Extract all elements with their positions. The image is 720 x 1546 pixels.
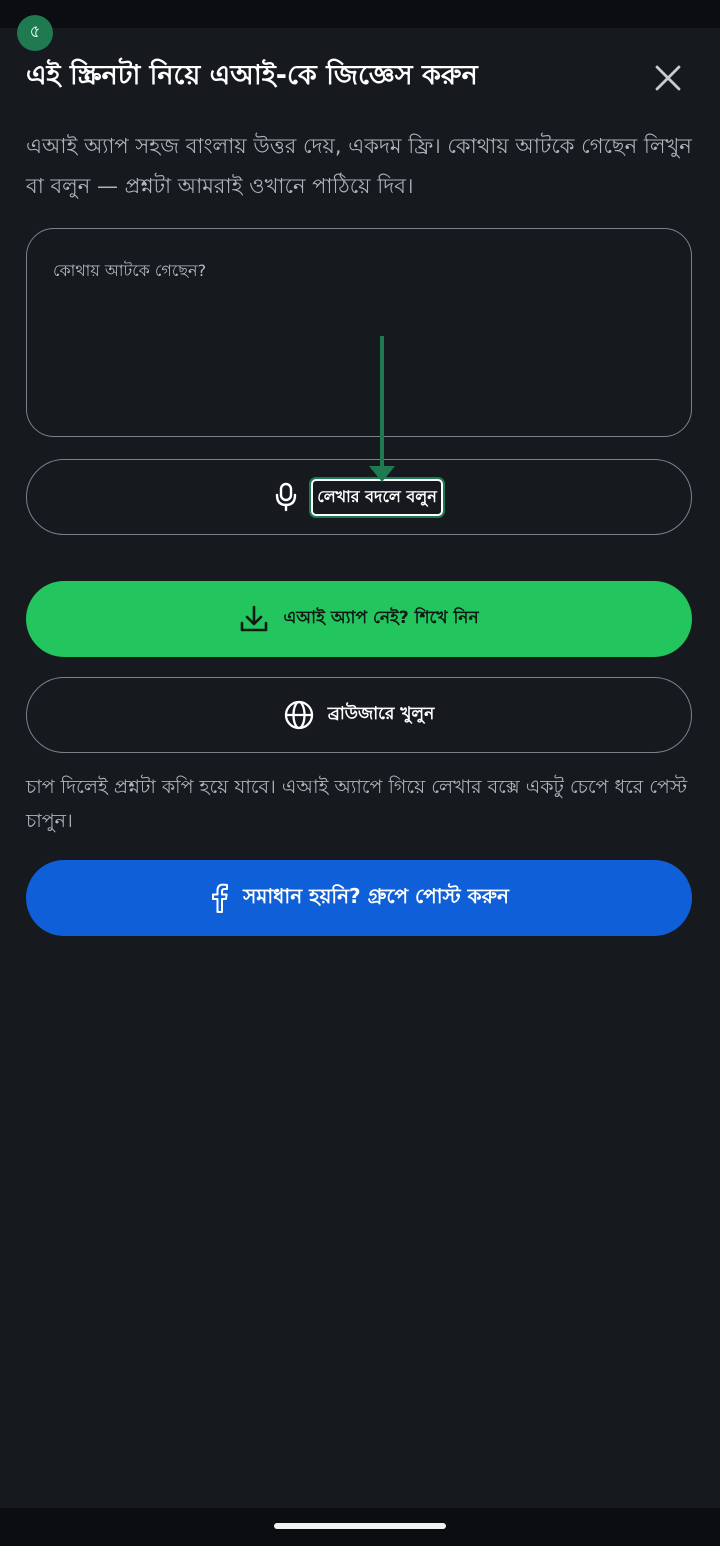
status-bar [0,0,720,28]
close-icon [655,65,681,91]
post-to-group-button[interactable]: সমাধান হয়নি? গ্রুপে পোস্ট করুন [26,860,692,936]
question-box [26,228,692,437]
learn-ai-app-button[interactable]: এআই অ্যাপ নেই? শিখে নিন [26,581,692,657]
microphone-icon [276,482,297,512]
globe-icon [284,700,313,730]
question-input[interactable] [51,257,665,411]
learn-ai-app-label: এআই অ্যাপ নেই? শিখে নিন [283,608,479,628]
subtitle-text: এআই অ্যাপ সহজ বাংলায় উত্তর দেয়, একদম ফ… [26,134,692,198]
page-title: এই স্ক্রিনটা নিয়ে এআই-কে জিজ্ঞেস করুন [26,60,478,91]
post-to-group-label: সমাধান হয়নি? গ্রুপে পোস্ট করুন [243,883,509,908]
open-in-browser-label: ব্রাউজারে খুলুন [327,704,435,724]
open-in-browser-button[interactable]: ব্রাউজারে খুলুন [26,677,692,753]
facebook-icon [212,883,229,913]
voice-input-button[interactable]: লেখার বদলে বলুন [26,459,692,535]
home-indicator[interactable] [274,1523,446,1529]
step-badge: ৫ [17,15,53,51]
voice-input-label: লেখার বদলে বলুন [311,478,443,516]
copy-note: চাপ দিলেই প্রশ্নটা কপি হয়ে যাবে। এআই অ্… [26,776,688,832]
close-button[interactable] [646,58,690,98]
download-icon [241,605,268,632]
